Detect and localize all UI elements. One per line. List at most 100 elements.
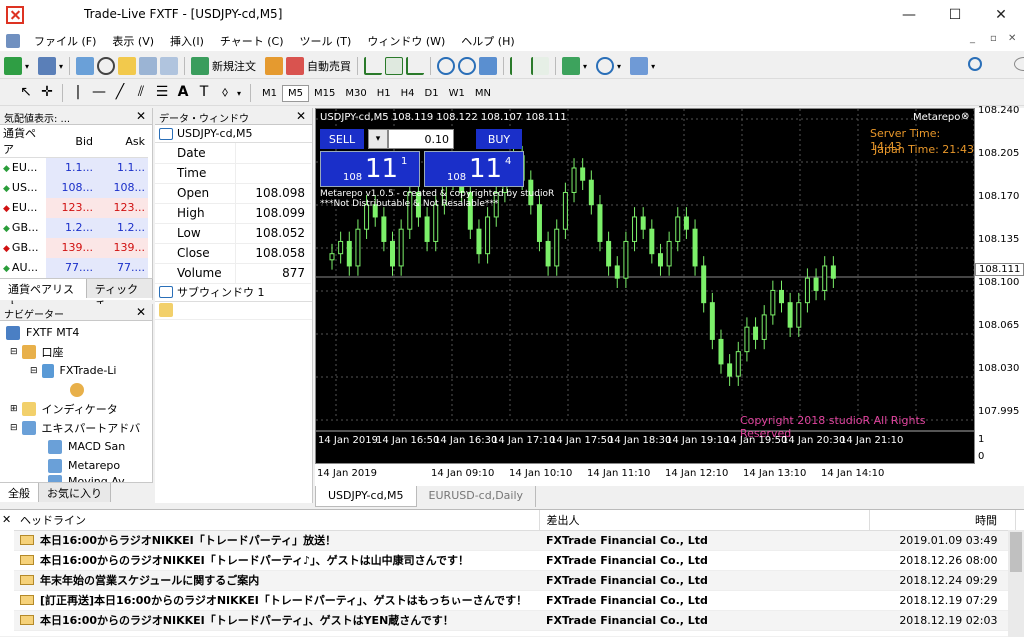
channel-icon[interactable]: ⫽	[132, 84, 150, 102]
search-icon[interactable]	[968, 57, 982, 71]
tab-favorites[interactable]: お気に入り	[39, 483, 111, 502]
quote-row[interactable]: ◆GB...1.2...1.2...	[0, 218, 148, 238]
menu-help[interactable]: ヘルプ (H)	[453, 30, 522, 52]
menu-window[interactable]: ウィンドウ (W)	[359, 30, 453, 52]
tab-symbols[interactable]: 通貨ペアリスト	[0, 279, 87, 298]
fibonacci-icon[interactable]: ☰	[153, 84, 171, 102]
cursor-icon[interactable]: ↖	[17, 84, 35, 102]
news-row[interactable]: 年末年始の営業スケジュールに関するご案内FXTrade Financial Co…	[14, 570, 1016, 590]
periods-icon[interactable]	[596, 57, 614, 75]
col-time[interactable]: 時間	[870, 510, 1016, 530]
timeframe-m5[interactable]: M5	[282, 85, 309, 102]
market-watch-icon[interactable]	[76, 57, 94, 75]
tab-usdjpy[interactable]: USDJPY-cd,M5	[315, 486, 417, 507]
new-order-icon[interactable]	[191, 57, 209, 75]
sell-button[interactable]: SELL	[320, 129, 364, 149]
news-row[interactable]: 本日16:00からラジオNIKKEI「トレードパーティ」放送！FXTrade F…	[14, 530, 1016, 550]
navigator-icon[interactable]	[118, 57, 136, 75]
shapes-icon[interactable]: ⬨	[216, 84, 234, 102]
quote-row[interactable]: ◆EU...1.1...1.1...	[0, 158, 148, 178]
nav-item-user[interactable]	[0, 380, 152, 399]
timeframe-w1[interactable]: W1	[444, 86, 470, 101]
tab-general[interactable]: 全般	[0, 483, 39, 502]
price-axis[interactable]: 108.240108.205108.170108.135108.100108.0…	[975, 108, 1024, 464]
timeframe-m1[interactable]: M1	[257, 86, 282, 101]
terminal-close-icon[interactable]: ✕	[2, 513, 11, 526]
line-chart-icon[interactable]	[406, 57, 424, 75]
new-order-button[interactable]: 新規注文	[212, 58, 256, 74]
nav-item-macd[interactable]: MACD San	[0, 437, 152, 456]
buy-button[interactable]: BUY	[476, 129, 522, 149]
col-headline[interactable]: ヘッドライン	[14, 510, 540, 530]
text-icon[interactable]: A	[174, 84, 192, 102]
quote-row[interactable]: ◆GB...139...139...	[0, 238, 148, 258]
trendline-icon[interactable]: ╱	[111, 84, 129, 102]
col-sender[interactable]: 差出人	[540, 510, 870, 530]
col-bid[interactable]: Bid	[46, 125, 96, 158]
timeframe-m15[interactable]: M15	[309, 86, 340, 101]
maximize-button[interactable]: ☐	[932, 0, 978, 30]
menu-insert[interactable]: 挿入(I)	[162, 30, 212, 52]
vertical-line-icon[interactable]: |	[69, 84, 87, 102]
timeframe-h4[interactable]: H4	[396, 86, 420, 101]
timeframe-h1[interactable]: H1	[372, 86, 396, 101]
quote-row[interactable]: ◆EU...123...123...	[0, 198, 148, 218]
doc-icon[interactable]	[6, 34, 20, 48]
horizontal-line-icon[interactable]: —	[90, 84, 108, 102]
timeframe-mn[interactable]: MN	[470, 86, 496, 101]
market-watch-close-icon[interactable]: ✕	[136, 109, 146, 123]
menu-chart[interactable]: チャート (C)	[212, 30, 292, 52]
mdi-minimize-icon[interactable]: _	[970, 33, 975, 44]
news-scrollbar[interactable]	[1008, 530, 1024, 637]
mdi-restore-icon[interactable]: ▫	[990, 33, 997, 44]
news-row[interactable]: 本日16:00からのラジオNIKKEI「トレードパーティ」、ゲストはYEN蔵さん…	[14, 610, 1016, 630]
tile-windows-icon[interactable]	[479, 57, 497, 75]
chart-area[interactable]: USDJPY-cd,M5 108.119 108.122 108.107 108…	[315, 108, 975, 464]
nav-item-indicators[interactable]: ⊞インディケータ	[0, 399, 152, 418]
col-symbol[interactable]: 通貨ペア	[0, 125, 46, 158]
indicators-icon[interactable]	[562, 57, 580, 75]
close-button[interactable]: ✕	[978, 0, 1024, 30]
time-axis[interactable]: 14 Jan 201914 Jan 09:1014 Jan 10:1014 Ja…	[315, 464, 1024, 486]
terminal-icon[interactable]	[139, 57, 157, 75]
lot-decrease-button[interactable]: ▾	[368, 129, 388, 149]
nav-item-account[interactable]: ⊟FXTrade-Li	[0, 361, 152, 380]
menu-view[interactable]: 表示 (V)	[104, 30, 162, 52]
zoom-out-icon[interactable]	[458, 57, 476, 75]
autoscroll-icon[interactable]	[531, 57, 549, 75]
news-row[interactable]: [訂正再送]本日16:00からのラジオNIKKEI「トレードパーティ」、ゲストは…	[14, 590, 1016, 610]
ea-settings-icon[interactable]: ⊗	[961, 111, 969, 122]
chart-shift-icon[interactable]	[510, 57, 528, 75]
profiles-icon[interactable]	[38, 57, 56, 75]
timeframe-d1[interactable]: D1	[420, 86, 444, 101]
new-chart-icon[interactable]	[4, 57, 22, 75]
timeframe-m30[interactable]: M30	[340, 86, 371, 101]
sell-price-box[interactable]: 108 11 1	[320, 151, 420, 187]
crosshair-icon[interactable]: ✛	[38, 84, 56, 102]
metaeditor-icon[interactable]	[265, 57, 283, 75]
navigator-close-icon[interactable]: ✕	[136, 305, 146, 319]
quote-row[interactable]: ◆AU...77....77....	[0, 258, 148, 278]
crosshair-data-icon[interactable]	[97, 57, 115, 75]
col-ask[interactable]: Ask	[96, 125, 148, 158]
menu-tools[interactable]: ツール (T)	[292, 30, 360, 52]
tab-eurusd[interactable]: EURUSD-cd,Daily	[417, 486, 536, 507]
zoom-in-icon[interactable]	[437, 57, 455, 75]
menu-file[interactable]: ファイル (F)	[26, 30, 104, 52]
bar-chart-icon[interactable]	[364, 57, 382, 75]
templates-icon[interactable]	[630, 57, 648, 75]
auto-trade-button[interactable]: 自動売買	[307, 58, 351, 74]
mdi-close-icon[interactable]: ✕	[1008, 33, 1016, 44]
nav-item-root[interactable]: FXTF MT4	[0, 323, 152, 342]
lot-input[interactable]: 0.10	[388, 129, 454, 149]
auto-trade-icon[interactable]	[286, 57, 304, 75]
quote-row[interactable]: ◆US...108...108...	[0, 178, 148, 198]
label-icon[interactable]: T	[195, 84, 213, 102]
buy-price-box[interactable]: 108 11 4	[424, 151, 524, 187]
news-row[interactable]: 本日16:00からのラジオNIKKEI「トレードパーティ♪」、ゲストは山中康司さ…	[14, 550, 1016, 570]
strategy-tester-icon[interactable]	[160, 57, 178, 75]
nav-item-metarepo[interactable]: Metarepo	[0, 456, 152, 475]
tab-tick-chart[interactable]: ティックチ	[87, 279, 153, 298]
nav-item-accounts[interactable]: ⊟口座	[0, 342, 152, 361]
data-window-close-icon[interactable]: ✕	[296, 109, 306, 123]
